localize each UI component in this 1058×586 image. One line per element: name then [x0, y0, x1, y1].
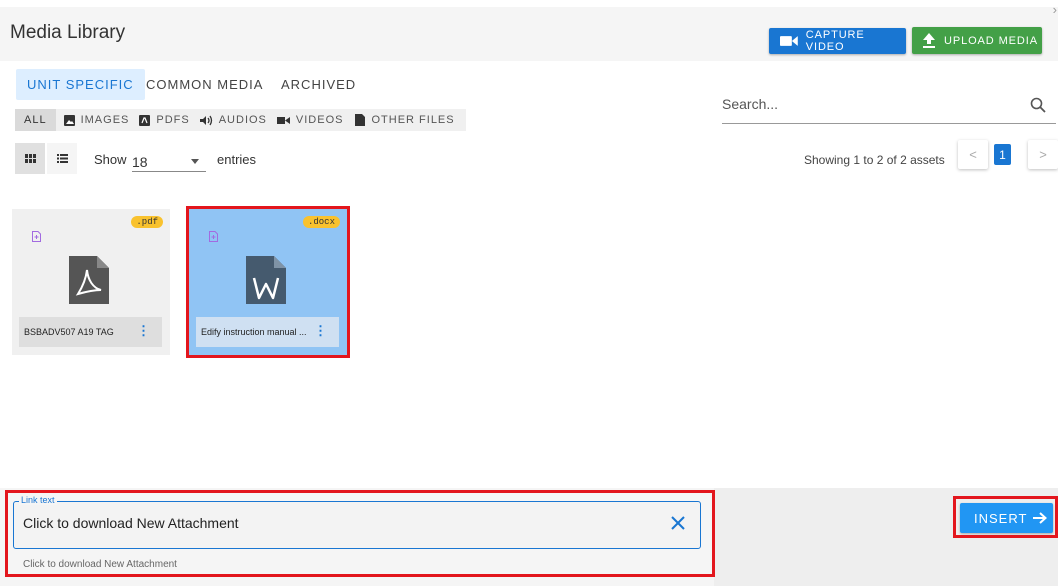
tab-common-media[interactable]: COMMON MEDIA	[146, 69, 263, 100]
link-text-highlight	[5, 490, 715, 577]
pdf-icon	[139, 114, 151, 126]
capture-video-label: CAPTURE VIDEO	[805, 29, 865, 53]
asset-label-bar: BSBADV507 A19 TAG ⋮	[19, 317, 162, 347]
entries-label: entries	[217, 152, 257, 167]
filter-images-label: IMAGES	[80, 114, 130, 126]
filter-videos-label: VIDEOS	[295, 114, 344, 126]
filter-other-files-label: OTHER FILES	[371, 114, 455, 126]
asset-name: BSBADV507 A19 TAG	[24, 327, 114, 337]
image-icon	[63, 114, 75, 126]
more-vert-icon[interactable]: ⋮	[137, 324, 150, 337]
filter-audios[interactable]: AUDIOS	[199, 109, 267, 131]
entries-per-page-select[interactable]: 18	[132, 148, 206, 172]
insert-button-highlight	[953, 496, 1058, 538]
grid-icon	[24, 154, 36, 163]
upload-media-label: UPLOAD MEDIA	[944, 34, 1038, 47]
video-camera-icon	[276, 116, 290, 124]
filter-other-files[interactable]: OTHER FILES	[355, 109, 454, 131]
asset-card[interactable]: .pdf BSBADV507 A19 TAG ⋮	[12, 209, 170, 355]
pdf-file-icon	[69, 256, 109, 304]
pagination-summary: Showing 1 to 2 of 2 assets	[804, 153, 945, 167]
search-input[interactable]	[722, 92, 1012, 112]
list-icon	[56, 154, 68, 163]
speaker-icon	[199, 115, 212, 125]
entries-per-page-value: 18	[132, 154, 148, 170]
dropdown-caret-icon	[191, 159, 199, 164]
grid-view-button[interactable]	[15, 143, 45, 174]
filter-pdfs-label: PDFS	[156, 114, 190, 126]
page-title: Media Library	[10, 22, 126, 43]
filter-all[interactable]: ALL	[15, 109, 56, 131]
header-bar: Media Library › CAPTURE VIDEO UPLOAD MED…	[0, 2, 1058, 61]
capture-video-button[interactable]: CAPTURE VIDEO	[769, 28, 906, 54]
search-field	[722, 92, 1056, 124]
filter-videos[interactable]: VIDEOS	[276, 109, 344, 131]
list-view-button[interactable]	[47, 143, 77, 174]
type-filter-bar: ALL IMAGES PDFS AUDIOS VIDEOS OTHER FILE…	[15, 109, 466, 131]
media-library-dialog: Media Library › CAPTURE VIDEO UPLOAD MED…	[0, 0, 1058, 586]
file-plus-icon	[32, 231, 41, 242]
filter-pdfs[interactable]: PDFS	[139, 109, 189, 131]
filter-images[interactable]: IMAGES	[63, 109, 130, 131]
video-camera-icon	[780, 36, 798, 46]
next-page-button[interactable]: >	[1028, 140, 1058, 169]
tab-unit-specific[interactable]: UNIT SPECIFIC	[16, 69, 145, 100]
upload-icon	[923, 33, 935, 48]
upload-media-button[interactable]: UPLOAD MEDIA	[912, 27, 1042, 54]
filter-audios-label: AUDIOS	[218, 114, 267, 126]
search-icon[interactable]	[1030, 97, 1046, 113]
close-icon[interactable]: ›	[1053, 2, 1057, 17]
show-label: Show	[94, 152, 127, 167]
selected-asset-highlight	[186, 206, 350, 358]
tab-archived[interactable]: ARCHIVED	[281, 69, 356, 100]
file-icon	[355, 114, 366, 126]
file-extension-badge: .pdf	[131, 216, 163, 228]
current-page-button[interactable]: 1	[994, 144, 1011, 165]
filter-all-label: ALL	[24, 114, 47, 126]
prev-page-button[interactable]: <	[958, 140, 988, 169]
